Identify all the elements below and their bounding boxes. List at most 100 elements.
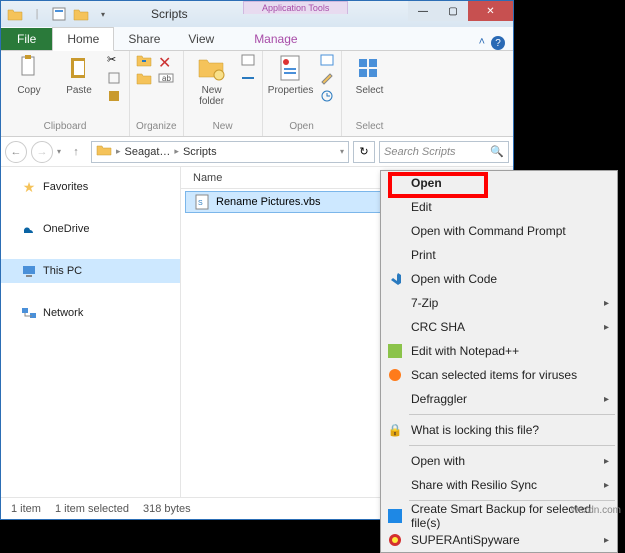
- svg-text:ab: ab: [162, 74, 171, 83]
- close-button[interactable]: ✕: [468, 1, 513, 21]
- notepadpp-icon: [387, 343, 403, 359]
- forward-button[interactable]: →: [31, 141, 53, 163]
- minimize-button[interactable]: —: [408, 1, 438, 21]
- recent-dropdown-icon[interactable]: ▾: [57, 147, 61, 156]
- qat-dropdown-icon[interactable]: ▾: [93, 4, 113, 24]
- folder-icon[interactable]: [5, 4, 25, 24]
- group-organize: ✕ ab Organize: [130, 51, 184, 136]
- highlight-box: [388, 172, 488, 198]
- paste-button[interactable]: Paste: [57, 53, 101, 96]
- lock-icon: 🔒: [387, 422, 403, 438]
- sidebar-item-onedrive[interactable]: OneDrive: [1, 217, 180, 241]
- vbs-file-icon: S: [194, 194, 210, 210]
- network-icon: [21, 305, 37, 321]
- ctx-edit[interactable]: Edit: [381, 195, 617, 219]
- status-selected: 1 item selected: [55, 503, 129, 515]
- newfolder-button[interactable]: New folder: [190, 53, 234, 107]
- copy-icon: [14, 53, 44, 83]
- ctx-separator: [409, 445, 615, 446]
- search-placeholder: Search Scripts: [384, 146, 456, 158]
- clipboard-small-buttons: ✂: [107, 53, 123, 105]
- group-clipboard: Copy Paste ✂ Clipboard: [1, 51, 130, 136]
- easyaccess-icon[interactable]: [240, 71, 256, 87]
- newfolder-icon: [197, 53, 227, 83]
- ctx-separator: [409, 414, 615, 415]
- cut-icon[interactable]: ✂: [107, 53, 123, 69]
- help-icon[interactable]: ?: [491, 36, 505, 50]
- address-bar[interactable]: ▸ Seagat… ▸ Scripts ▾: [91, 141, 349, 163]
- addr-folder-icon: [96, 143, 112, 160]
- back-button[interactable]: ←: [5, 141, 27, 163]
- ctx-defraggler[interactable]: Defraggler: [381, 387, 617, 411]
- ctx-separator: [409, 500, 615, 501]
- select-button[interactable]: Select: [348, 53, 392, 96]
- ctx-resilio[interactable]: Share with Resilio Sync: [381, 473, 617, 497]
- tab-share[interactable]: Share: [114, 28, 174, 50]
- ctx-scan[interactable]: Scan selected items for viruses: [381, 363, 617, 387]
- search-box[interactable]: Search Scripts 🔍: [379, 141, 509, 163]
- context-menu: Open Edit Open with Command Prompt Print…: [380, 170, 618, 553]
- select-icon: [355, 53, 385, 83]
- properties-icon: [276, 53, 306, 83]
- onedrive-icon: [21, 221, 37, 237]
- sidebar-item-network[interactable]: Network: [1, 301, 180, 325]
- paste-icon: [64, 53, 94, 83]
- crumb-seagate[interactable]: Seagat…: [125, 146, 171, 158]
- copypath-icon[interactable]: [107, 71, 123, 87]
- delete-icon[interactable]: ✕: [158, 53, 174, 69]
- open-icon[interactable]: [319, 53, 335, 69]
- addr-dropdown-icon[interactable]: ▾: [340, 147, 344, 156]
- backup-icon: [387, 508, 403, 524]
- chevron-right-icon[interactable]: ▸: [174, 146, 179, 157]
- sidebar-item-favorites[interactable]: ★ Favorites: [1, 175, 180, 199]
- crumb-scripts[interactable]: Scripts: [183, 146, 217, 158]
- newfolder-qat-icon[interactable]: [71, 4, 91, 24]
- properties-button[interactable]: Properties: [269, 53, 313, 96]
- titlebar: | ▾ Scripts Application Tools — ▢ ✕: [1, 1, 513, 27]
- status-count: 1 item: [11, 503, 41, 515]
- up-button[interactable]: ↑: [65, 141, 87, 163]
- moveto-icon[interactable]: [136, 53, 152, 69]
- ctx-open-with[interactable]: Open with: [381, 449, 617, 473]
- tab-home[interactable]: Home: [52, 27, 114, 51]
- tab-file[interactable]: File: [1, 28, 52, 50]
- quick-access-toolbar: | ▾: [1, 4, 113, 24]
- group-select: Select Select: [342, 51, 398, 136]
- history-icon[interactable]: [319, 89, 335, 105]
- tab-view[interactable]: View: [174, 28, 228, 50]
- qat-sep: |: [27, 4, 47, 24]
- ctx-crcsha[interactable]: CRC SHA: [381, 315, 617, 339]
- properties-qat-icon[interactable]: [49, 4, 69, 24]
- ctx-print[interactable]: Print: [381, 243, 617, 267]
- ctx-locking[interactable]: 🔒 What is locking this file?: [381, 418, 617, 442]
- group-open: Properties Open: [263, 51, 342, 136]
- contextual-tab-header: Application Tools: [243, 1, 348, 27]
- star-icon: ★: [21, 179, 37, 195]
- sidebar-item-thispc[interactable]: This PC: [1, 259, 180, 283]
- window-title: Scripts: [151, 7, 188, 21]
- ctx-notepadpp[interactable]: Edit with Notepad++: [381, 339, 617, 363]
- file-name: Rename Pictures.vbs: [216, 196, 321, 208]
- nav-pane: ★ Favorites OneDrive This PC Network: [1, 167, 181, 497]
- chevron-right-icon[interactable]: ▸: [116, 146, 121, 157]
- ribbon-tabs: File Home Share View Manage ˄ ?: [1, 27, 513, 51]
- ribbon: Copy Paste ✂ Clipboard: [1, 51, 513, 137]
- ctx-open-cmd[interactable]: Open with Command Prompt: [381, 219, 617, 243]
- avast-icon: [387, 367, 403, 383]
- maximize-button[interactable]: ▢: [438, 1, 468, 21]
- ribbon-collapse-icon[interactable]: ˄: [479, 36, 485, 50]
- tab-manage[interactable]: Manage: [240, 28, 311, 50]
- edit-icon[interactable]: [319, 71, 335, 87]
- watermark: wsxdn.com: [571, 505, 621, 516]
- computer-icon: [21, 263, 37, 279]
- copyto-icon[interactable]: [136, 71, 152, 87]
- rename-icon[interactable]: ab: [158, 71, 174, 87]
- search-icon: 🔍: [490, 145, 504, 158]
- ctx-7zip[interactable]: 7-Zip: [381, 291, 617, 315]
- refresh-button[interactable]: ↻: [353, 141, 375, 163]
- paste-shortcut-icon[interactable]: [107, 89, 123, 105]
- ctx-superanti[interactable]: SUPERAntiSpyware: [381, 528, 617, 552]
- copy-button[interactable]: Copy: [7, 53, 51, 96]
- newitem-icon[interactable]: [240, 53, 256, 69]
- ctx-open-code[interactable]: Open with Code: [381, 267, 617, 291]
